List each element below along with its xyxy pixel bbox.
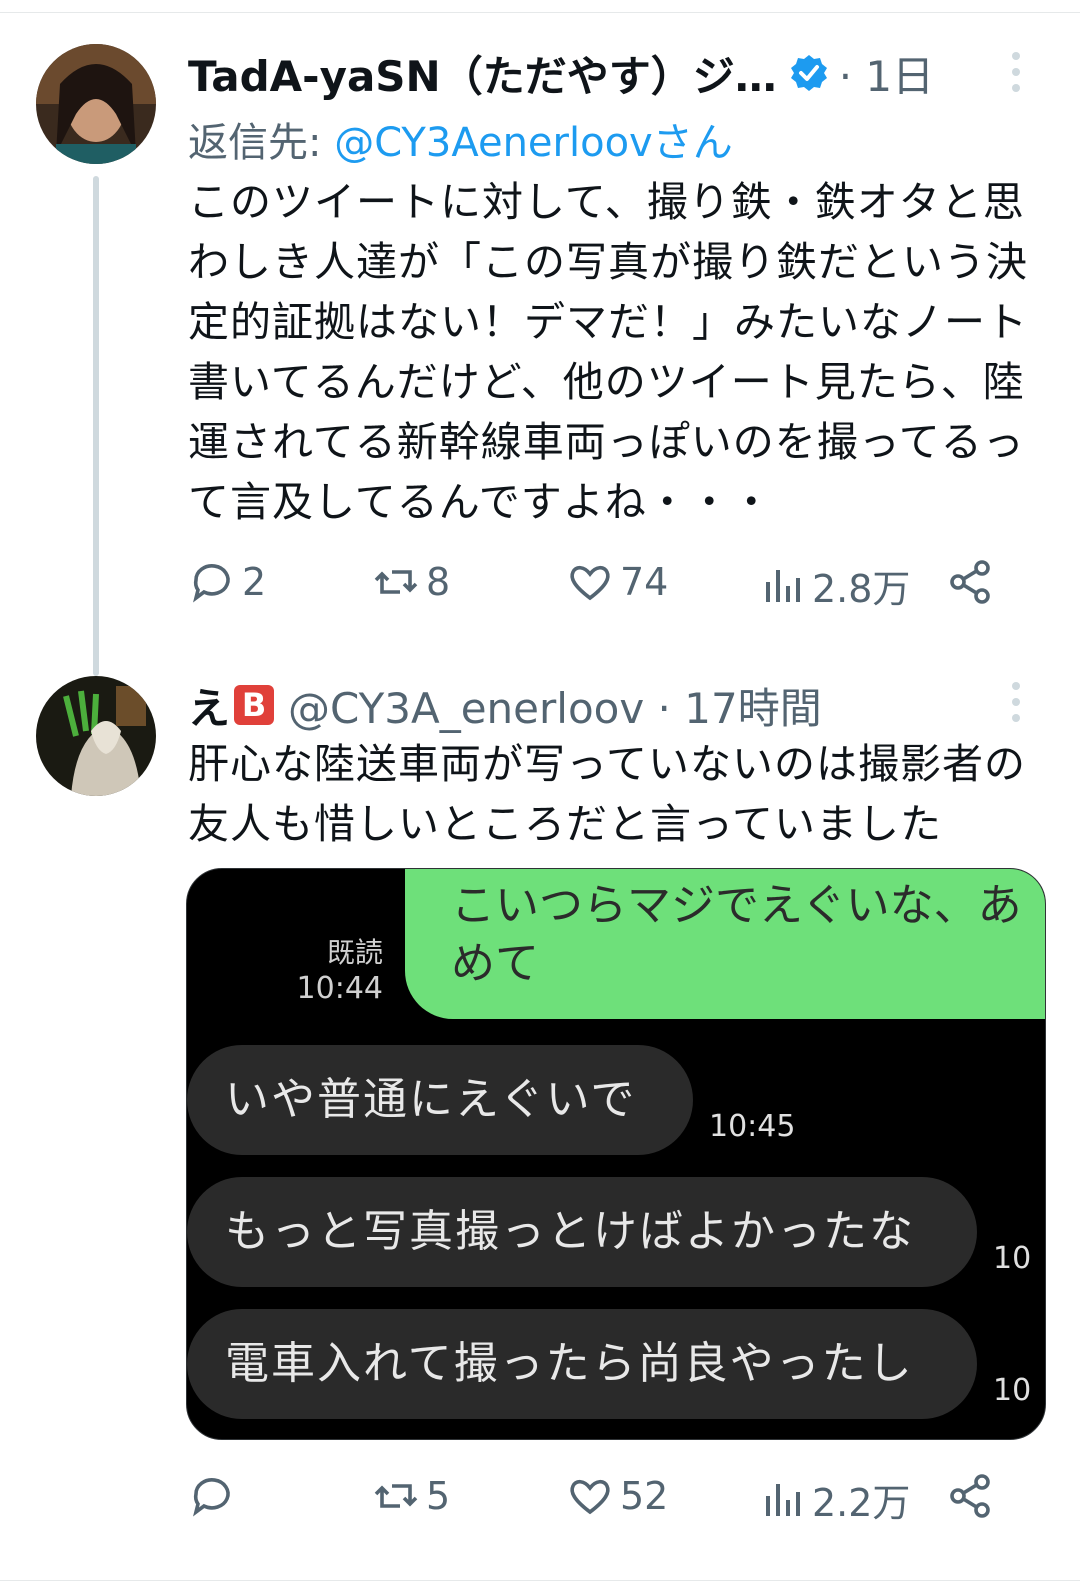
chat-time: 10:45 <box>709 1109 796 1144</box>
chat-bubble-received: いや普通にえぐいで <box>187 1045 693 1155</box>
retweet-icon <box>374 570 418 594</box>
more-icon[interactable] <box>1012 52 1022 92</box>
view-count: 2.2万 <box>812 1481 911 1525</box>
share-button[interactable] <box>946 1472 994 1520</box>
like-icon <box>570 565 610 601</box>
reply-to-handle[interactable]: @CY3Aenerloovさん <box>334 120 733 166</box>
read-label: 既読 <box>326 936 383 969</box>
verified-icon <box>790 55 827 91</box>
top-divider <box>0 12 1080 13</box>
reply-icon <box>193 564 230 603</box>
chat-time: 10 <box>993 1241 1032 1276</box>
chat-text: 電車入れて撮ったら尚良やったし <box>225 1338 914 1389</box>
chat-text: もっと写真撮っとけばよかったな <box>225 1206 915 1257</box>
read-receipt: 既読 10:44 <box>283 935 383 1007</box>
view-count: 2.8万 <box>812 567 911 611</box>
chat-time: 10 <box>993 1373 1032 1408</box>
chat-bubble-received: もっと写真撮っとけばよかったな <box>187 1177 977 1287</box>
reply-button[interactable] <box>188 1472 242 1520</box>
share-icon <box>950 1474 990 1518</box>
handle-and-time[interactable]: @CY3A_enerloov · 17時間 <box>288 675 822 736</box>
views-icon <box>766 569 800 602</box>
reply-count: 2 <box>242 560 267 604</box>
tweet-text: このツイートに対して、撮り鉄・鉄オタと思わしき人達が「この写真が撮り鉄だという決… <box>188 178 1028 526</box>
display-name[interactable]: TadA-yaSN（ただやす）ジ… <box>188 43 777 104</box>
reply-button[interactable]: 2 <box>188 558 266 606</box>
chat-text: いや普通にえぐいで <box>225 1074 637 1125</box>
tweet-actions: 5 52 2.2万 <box>188 1472 1008 1528</box>
avatar[interactable] <box>36 44 156 164</box>
thread-line <box>93 176 99 676</box>
read-time: 10:44 <box>296 971 383 1006</box>
chat-text: こいつらマジでえぐいな、あ <box>451 880 1022 931</box>
attached-image[interactable]: こいつらマジでえぐいな、あ めて 既読 10:44 いや普通にえぐいで 10:4… <box>186 868 1046 1440</box>
bottom-divider <box>0 1580 1080 1581</box>
views-icon <box>766 1483 800 1516</box>
views-button[interactable]: 2.8万 <box>758 558 910 613</box>
like-count: 74 <box>620 560 669 604</box>
more-icon[interactable] <box>1012 682 1022 722</box>
chat-bubble-sent: こいつらマジでえぐいな、あ めて <box>405 869 1045 1019</box>
b-button-emoji: B <box>234 685 275 725</box>
views-button[interactable]: 2.2万 <box>758 1472 910 1527</box>
reply-to: 返信先: @CY3Aenerloovさん <box>188 110 733 168</box>
retweet-button[interactable]: 5 <box>372 1472 450 1520</box>
chat-text: めて <box>451 938 539 989</box>
tweet-text: 肝心な陸送車両が写っていないのは撮影者の友人も惜しいところだと言っていました <box>188 740 1026 848</box>
retweet-button[interactable]: 8 <box>372 558 450 606</box>
tweet-header: TadA-yaSN（ただやす）ジ… · 1日 <box>188 48 934 101</box>
retweet-icon <box>374 1484 418 1508</box>
chat-bubble-received: 電車入れて撮ったら尚良やったし <box>187 1309 977 1419</box>
tweet-header: え B @CY3A_enerloov · 17時間 <box>188 680 822 733</box>
like-icon <box>570 1479 610 1515</box>
reply-icon <box>193 1478 230 1517</box>
share-icon <box>950 560 990 604</box>
reply-to-label: 返信先: <box>188 120 335 166</box>
tweet-actions: 2 8 74 2.8万 <box>188 558 1008 614</box>
share-button[interactable] <box>946 558 994 606</box>
like-button[interactable]: 52 <box>566 1472 668 1520</box>
display-name[interactable]: え <box>188 675 230 736</box>
avatar[interactable] <box>36 676 156 796</box>
like-count: 52 <box>620 1474 669 1518</box>
like-button[interactable]: 74 <box>566 558 668 606</box>
timestamp[interactable]: · 1日 <box>839 43 934 104</box>
retweet-count: 5 <box>426 1474 451 1518</box>
retweet-count: 8 <box>426 560 451 604</box>
